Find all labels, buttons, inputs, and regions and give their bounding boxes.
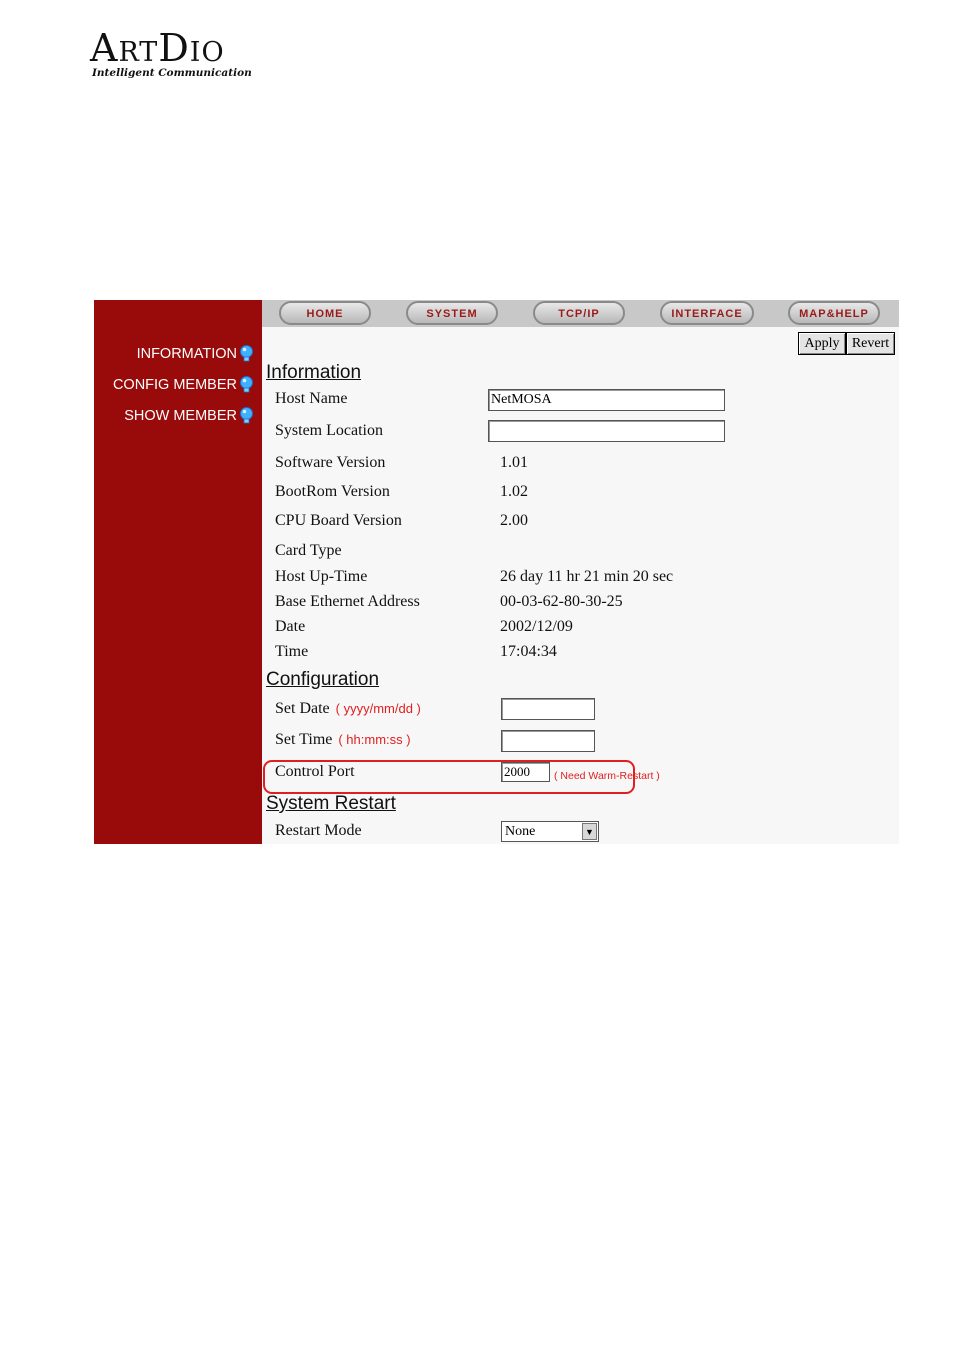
- bootrom-version-value: 1.02: [500, 483, 528, 500]
- tab-interface[interactable]: INTERFACE: [660, 301, 754, 325]
- software-version-label: Software Version: [275, 454, 386, 471]
- sidebar-item-config-member[interactable]: CONFIG MEMBER: [113, 376, 254, 393]
- set-date-row: Set Date ( yyyy/mm/dd ): [275, 700, 421, 718]
- base-ethernet-address-value: 00-03-62-80-30-25: [500, 593, 623, 610]
- artdio-logo: ARTDIO Intelligent Communication: [90, 26, 252, 86]
- set-date-label: Set Date: [275, 700, 330, 717]
- sidebar: INFORMATION CONFIG MEMBER SHOW MEMBER: [94, 300, 262, 844]
- tab-system[interactable]: SYSTEM: [406, 301, 498, 325]
- system-restart-heading: System Restart: [266, 793, 396, 814]
- date-label: Date: [275, 618, 306, 635]
- cpu-board-version-label: CPU Board Version: [275, 512, 402, 529]
- sidebar-item-label: CONFIG MEMBER: [112, 376, 237, 393]
- sidebar-item-label: INFORMATION: [136, 345, 237, 362]
- tab-home[interactable]: HOME: [279, 301, 371, 325]
- host-uptime-value: 26 day 11 hr 21 min 20 sec: [500, 568, 674, 585]
- set-time-input[interactable]: [501, 730, 595, 752]
- control-port-highlight-annotation: [263, 760, 635, 794]
- set-date-format-hint: ( yyyy/mm/dd ): [335, 701, 421, 716]
- sidebar-item-information[interactable]: INFORMATION: [137, 345, 254, 362]
- system-location-input[interactable]: [488, 420, 725, 442]
- dropdown-arrow-icon[interactable]: ▼: [582, 823, 597, 840]
- time-label: Time: [275, 643, 309, 660]
- information-heading: Information: [266, 362, 362, 383]
- system-location-label: System Location: [275, 422, 383, 439]
- tab-map-help[interactable]: MAP&HELP: [788, 301, 880, 325]
- tab-label: TCP/IP: [558, 308, 600, 320]
- tab-label: INTERFACE: [671, 308, 743, 320]
- host-name-input[interactable]: [488, 389, 725, 411]
- set-time-format-hint: ( hh:mm:ss ): [338, 732, 411, 747]
- card-type-label: Card Type: [275, 542, 342, 559]
- revert-button[interactable]: Revert: [846, 332, 895, 355]
- lightbulb-icon: [240, 345, 253, 362]
- sidebar-item-show-member[interactable]: SHOW MEMBER: [124, 407, 254, 424]
- tab-label: HOME: [306, 308, 344, 320]
- apply-button[interactable]: Apply: [798, 332, 846, 355]
- set-time-label: Set Time: [275, 731, 333, 748]
- restart-mode-label: Restart Mode: [275, 822, 362, 839]
- sidebar-item-label: SHOW MEMBER: [124, 407, 237, 424]
- software-version-value: 1.01: [500, 454, 528, 471]
- cpu-board-version-value: 2.00: [500, 512, 528, 529]
- tab-label: SYSTEM: [426, 308, 478, 320]
- logo-tagline: Intelligent Communication: [92, 67, 252, 79]
- tab-label: MAP&HELP: [799, 308, 869, 320]
- lightbulb-icon: [240, 407, 253, 424]
- lightbulb-icon: [240, 376, 253, 393]
- bootrom-version-label: BootRom Version: [275, 483, 390, 500]
- tab-tcpip[interactable]: TCP/IP: [533, 301, 625, 325]
- host-name-label: Host Name: [275, 390, 348, 407]
- configuration-heading: Configuration: [266, 669, 380, 690]
- set-date-input[interactable]: [501, 698, 595, 720]
- host-uptime-label: Host Up-Time: [275, 568, 368, 585]
- base-ethernet-address-label: Base Ethernet Address: [275, 593, 420, 610]
- set-time-row: Set Time ( hh:mm:ss ): [275, 731, 411, 749]
- tab-bar: HOME SYSTEM TCP/IP INTERFACE MAP&HELP: [262, 300, 899, 327]
- time-value: 17:04:34: [500, 643, 557, 660]
- restart-mode-selected-value: None: [505, 823, 536, 839]
- date-value: 2002/12/09: [500, 618, 573, 635]
- restart-mode-select[interactable]: None ▼: [501, 821, 599, 842]
- logo-wordmark: ARTDIO: [90, 26, 225, 70]
